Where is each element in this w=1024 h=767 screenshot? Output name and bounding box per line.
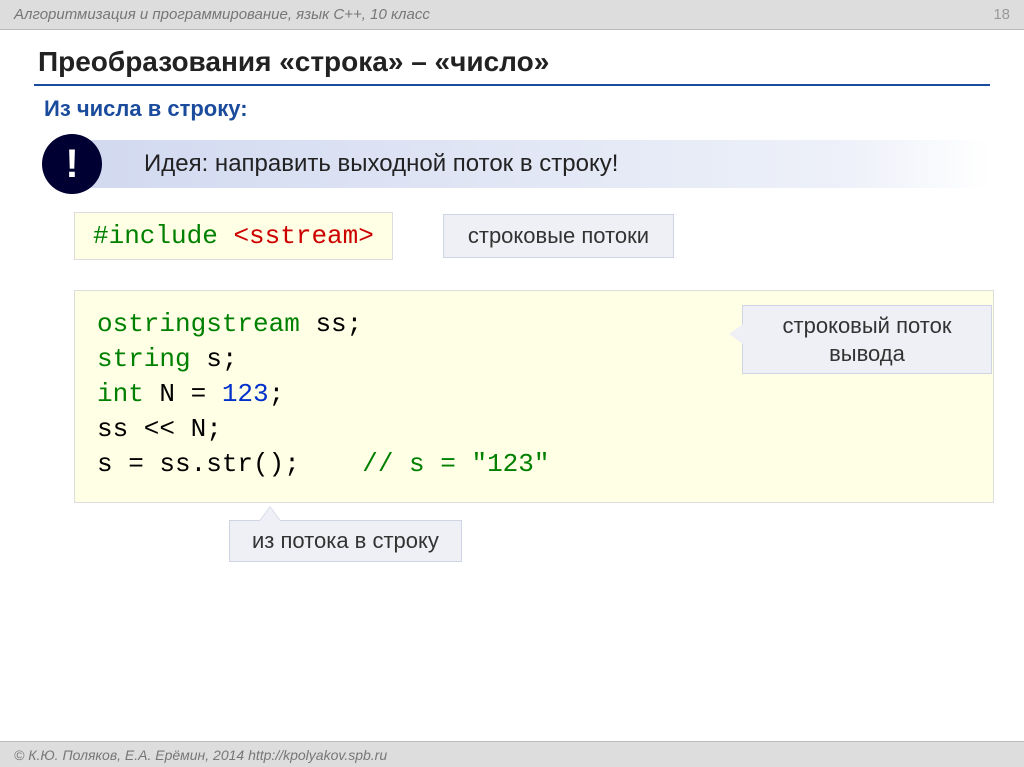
code-line-5: s = ss.str(); // s = "123" <box>97 447 971 482</box>
include-code: #include <sstream> <box>74 212 393 260</box>
page-number: 18 <box>993 6 1010 23</box>
exclaim-badge: ! <box>42 134 102 194</box>
include-row: #include <sstream> строковые потоки <box>74 212 990 260</box>
idea-row: ! Идея: направить выходной поток в строк… <box>44 140 990 188</box>
code-line-3: int N = 123; <box>97 377 971 412</box>
callout-ostream: строковый поток вывода <box>742 305 992 374</box>
header-bar: Алгоритмизация и программирование, язык … <box>0 0 1024 30</box>
slide-content: Преобразования «строка» – «число» Из чис… <box>0 30 1024 503</box>
slide-title: Преобразования «строка» – «число» <box>34 40 990 86</box>
section-subtitle: Из числа в строку: <box>44 96 990 122</box>
include-header: <sstream> <box>233 221 373 251</box>
code-line-4: ss << N; <box>97 412 971 447</box>
idea-text: Идея: направить выходной поток в строку! <box>74 140 990 188</box>
callout-tail-icon <box>260 507 280 521</box>
callout-str: из потока в строку <box>229 520 462 562</box>
course-title: Алгоритмизация и программирование, язык … <box>14 6 430 23</box>
main-code-wrap: ostringstream ss; string s; int N = 123;… <box>74 290 990 503</box>
callout-tail-icon <box>729 324 743 344</box>
copyright-text: © К.Ю. Поляков, Е.А. Ерёмин, 2014 http:/… <box>14 747 387 763</box>
include-keyword: #include <box>93 221 233 251</box>
include-note: строковые потоки <box>443 214 674 258</box>
footer-bar: © К.Ю. Поляков, Е.А. Ерёмин, 2014 http:/… <box>0 741 1024 767</box>
